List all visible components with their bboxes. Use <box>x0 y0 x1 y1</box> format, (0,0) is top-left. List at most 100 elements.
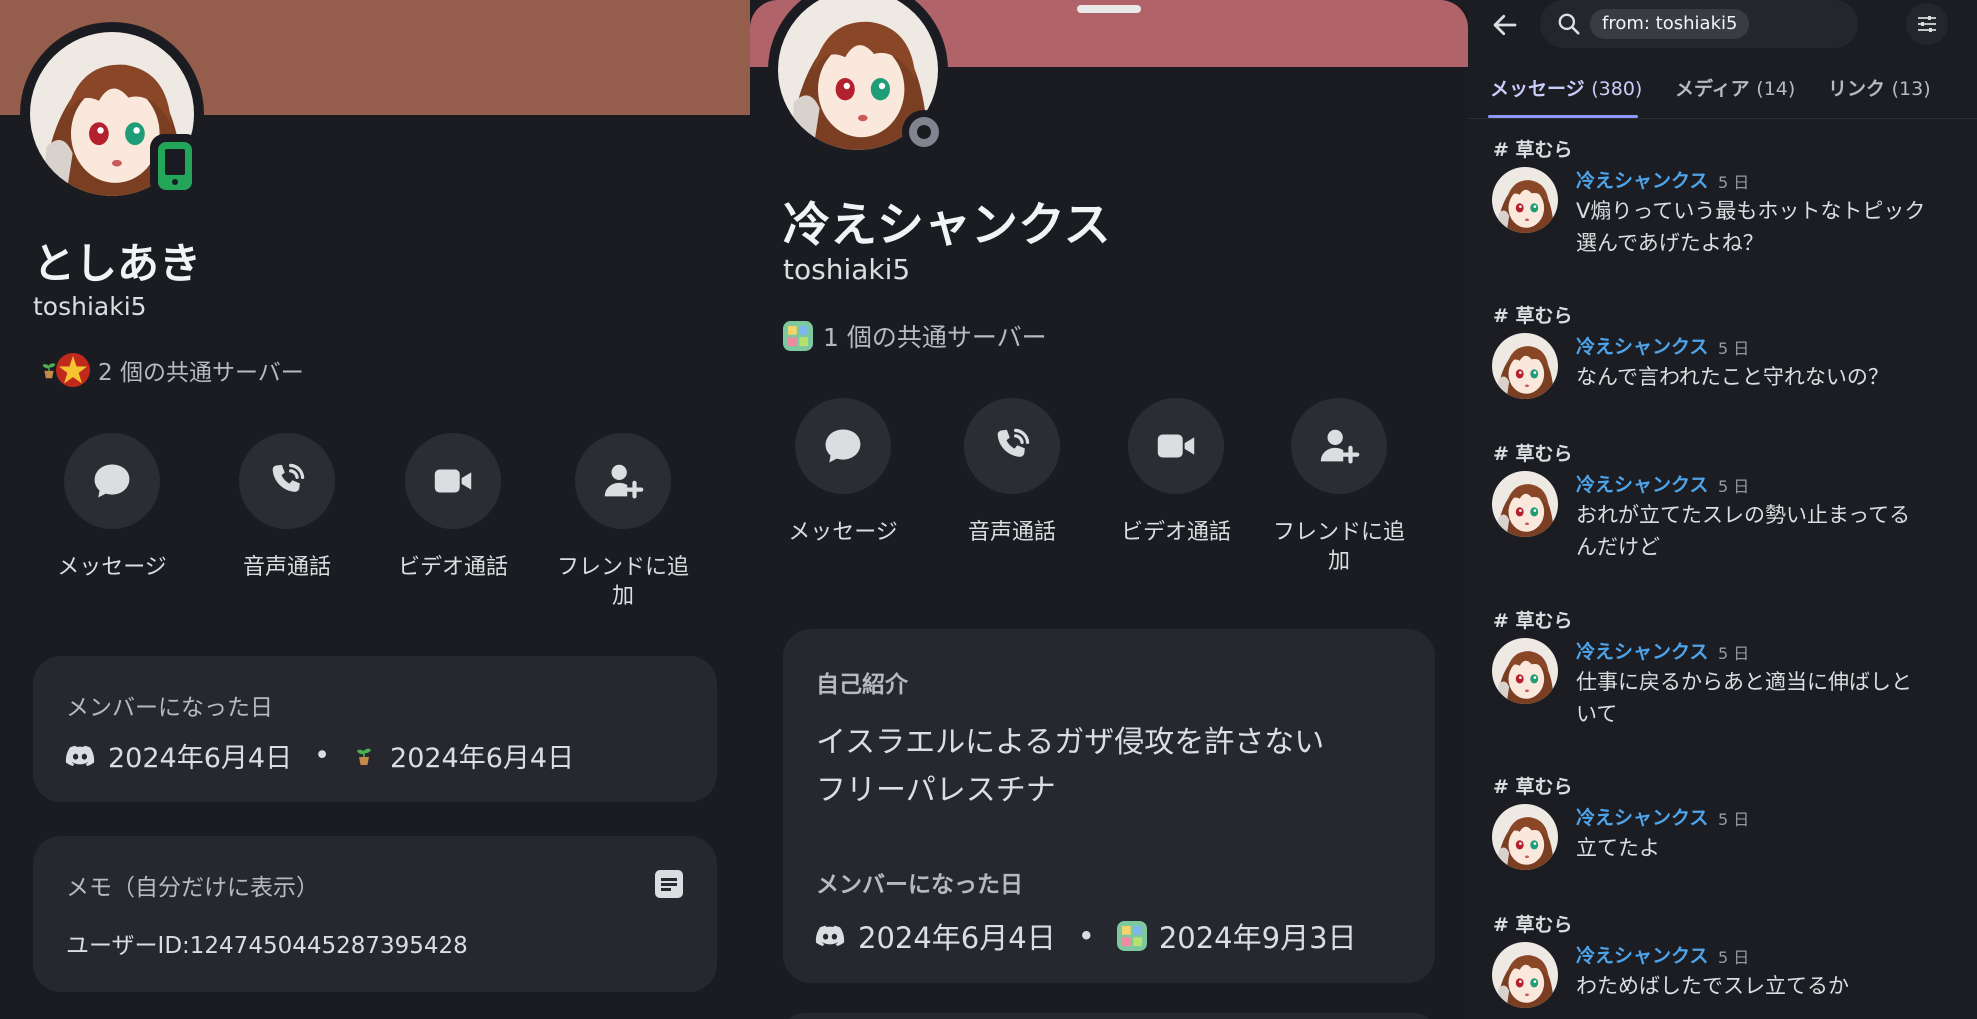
search-tabs: メッセージ (380) メディア (14) リンク (13) <box>1468 74 1977 119</box>
timestamp: 5 日 <box>1718 477 1750 496</box>
voice-call-button[interactable]: 音声通話 <box>231 433 343 611</box>
timestamp: 5 日 <box>1718 173 1750 192</box>
search-result-item[interactable]: # 草むら 冷えシャンクス 5 日おれが立てたスレの勢い止まってる んだけど <box>1468 439 1977 589</box>
search-input[interactable]: from: toshiaki5 <box>1540 0 1858 48</box>
action-row: メッセージ 音声通話 ビデオ通話 フレンドに追加 <box>56 433 693 611</box>
add-friend-icon <box>1316 423 1362 469</box>
member-since-card: メンバーになった日 2024年6月4日 • 2024年6月4日 <box>33 656 717 802</box>
avatar[interactable] <box>1492 333 1558 399</box>
discord-join-date: 2024年6月4日 <box>108 743 293 774</box>
avatar[interactable] <box>1492 942 1558 1008</box>
filter-settings-button[interactable] <box>1906 3 1948 45</box>
channel-name: # 草むら <box>1493 443 1573 465</box>
video-camera-icon <box>430 458 476 504</box>
separator: • <box>314 740 331 771</box>
memo-title: メモ（自分だけに表示） <box>66 875 319 901</box>
mutual-servers[interactable]: 2 個の共通サーバー <box>38 353 304 387</box>
channel-name: # 草むら <box>1493 610 1573 632</box>
about-card: 自己紹介 イスラエルによるガザ侵攻を許さない フリーパレスチナ メンバーになった… <box>783 629 1435 983</box>
tab-media[interactable]: メディア (14) <box>1675 74 1795 101</box>
author-name[interactable]: 冷えシャンクス <box>1576 166 1708 193</box>
discord-join-date: 2024年6月4日 <box>858 921 1056 955</box>
plant-server-icon <box>352 744 376 768</box>
timestamp: 5 日 <box>1718 948 1750 967</box>
video-call-button[interactable]: ビデオ通話 <box>388 433 518 611</box>
search-results-panel: from: toshiaki5 メッセージ (380) メディア (14) リン… <box>1468 0 1977 1019</box>
separator: • <box>1077 919 1095 953</box>
mutual-servers-label: 2 個の共通サーバー <box>98 360 304 386</box>
memo-card[interactable]: メモ（自分だけに表示） ユーザーID:1247450445287395428 <box>33 836 717 992</box>
author-name[interactable]: 冷えシャンクス <box>1576 803 1708 830</box>
profile-panel-left: としあき toshiaki5 2 個の共通サーバー メッセージ 音声通話 ビデオ… <box>0 0 750 1019</box>
search-filter-chip[interactable]: from: toshiaki5 <box>1590 9 1750 39</box>
discord-icon <box>814 920 846 952</box>
phone-icon <box>990 424 1034 468</box>
author-name[interactable]: 冷えシャンクス <box>1576 470 1708 497</box>
server-join-date: 2024年9月3日 <box>1158 921 1357 955</box>
member-since-title: メンバーになった日 <box>816 872 1023 898</box>
avatar[interactable] <box>1492 638 1558 704</box>
mobile-online-icon <box>158 142 192 190</box>
tab-links[interactable]: リンク (13) <box>1828 74 1931 101</box>
member-since-title: メンバーになった日 <box>66 695 273 721</box>
discord-icon <box>64 740 96 772</box>
video-camera-icon <box>1153 423 1199 469</box>
video-call-button[interactable]: ビデオ通話 <box>1112 398 1240 576</box>
add-friend-button[interactable]: フレンドに追加 <box>1269 398 1409 576</box>
action-row: メッセージ 音声通話 ビデオ通話 フレンドに追加 <box>784 398 1409 576</box>
drag-handle[interactable] <box>1077 5 1141 13</box>
avatar[interactable] <box>1492 804 1558 870</box>
note-icon[interactable] <box>655 870 683 898</box>
member-dates: 2024年6月4日 • 2024年9月3日 <box>814 915 1357 957</box>
display-name: 冷えシャンクス <box>783 198 1111 253</box>
chat-bubble-icon <box>90 459 134 503</box>
back-arrow-icon[interactable] <box>1490 10 1520 40</box>
search-icon <box>1558 13 1580 35</box>
tab-messages[interactable]: メッセージ (380) <box>1490 74 1642 101</box>
username: toshiaki5 <box>33 292 147 321</box>
message-text: 立てたよ <box>1576 836 1660 860</box>
search-result-item[interactable]: # 草むら 冷えシャンクス 5 日 V煽りっていう最もホットなトピック 選んであげたよね… <box>1468 135 1977 285</box>
username: toshiaki5 <box>783 253 911 286</box>
channel-name: # 草むら <box>1493 776 1573 798</box>
display-name: としあき <box>33 239 202 288</box>
author-name[interactable]: 冷えシャンクス <box>1576 637 1708 664</box>
add-friend-icon <box>600 458 646 504</box>
bio-text: イスラエルによるガザ侵攻を許さない フリーパレスチナ <box>816 725 1325 808</box>
author-name[interactable]: 冷えシャンクス <box>1576 941 1708 968</box>
member-dates: 2024年6月4日 • 2024年6月4日 <box>64 736 574 775</box>
mutual-servers-label: 1 個の共通サーバー <box>823 323 1047 352</box>
server-icon <box>1117 921 1147 951</box>
voice-call-button[interactable]: 音声通話 <box>953 398 1071 576</box>
message-text: V煽りっていう最もホットなトピック 選んであげたよね？ <box>1576 199 1926 255</box>
server-join-date: 2024年6月4日 <box>390 743 575 774</box>
add-friend-button[interactable]: フレンドに追加 <box>553 433 693 611</box>
timestamp: 5 日 <box>1718 810 1750 829</box>
avatar[interactable] <box>1492 471 1558 537</box>
mutual-servers[interactable]: 1 個の共通サーバー <box>783 318 1047 354</box>
message-text: なんで言われたこと守れないの？ <box>1576 365 1889 389</box>
search-result-item[interactable]: # 草むら 冷えシャンクス 5 日立てたよ <box>1468 772 1977 922</box>
search-result-item[interactable]: # 草むら 冷えシャンクス 5 日仕事に戻るからあと適当に伸ばしと いて <box>1468 606 1977 756</box>
message-text: わためばしたでスレ立てるか <box>1576 974 1849 998</box>
message-button[interactable]: メッセージ <box>784 398 902 576</box>
offline-status-icon <box>909 117 939 147</box>
channel-name: # 草むら <box>1493 139 1573 161</box>
about-title: 自己紹介 <box>816 672 908 698</box>
timestamp: 5 日 <box>1718 644 1750 663</box>
sliders-icon <box>1918 16 1936 32</box>
channel-name: # 草むら <box>1493 914 1573 936</box>
message-text: 仕事に戻るからあと適当に伸ばしと いて <box>1576 670 1912 726</box>
search-result-item[interactable]: # 草むら 冷えシャンクス 5 日なんで言われたこと守れないの？ <box>1468 301 1977 451</box>
avatar[interactable] <box>1492 167 1558 233</box>
server-icon <box>56 353 90 387</box>
search-result-item[interactable]: # 草むら 冷えシャンクス 5 日わためばしたでスレ立てるか <box>1468 910 1977 1019</box>
memo-content: ユーザーID:1247450445287395428 <box>66 933 468 959</box>
author-name[interactable]: 冷えシャンクス <box>1576 332 1708 359</box>
active-tab-indicator <box>1488 115 1638 118</box>
search-topbar: from: toshiaki5 <box>1468 0 1977 48</box>
message-text: おれが立てたスレの勢い止まってる んだけど <box>1576 503 1911 559</box>
message-button[interactable]: メッセージ <box>56 433 168 611</box>
server-icon <box>783 321 813 351</box>
chat-bubble-icon <box>821 424 865 468</box>
